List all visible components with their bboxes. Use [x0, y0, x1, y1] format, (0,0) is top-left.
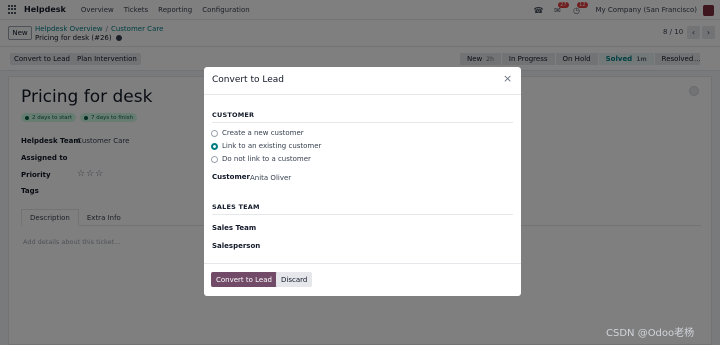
convert-to-lead-button[interactable]: Convert to Lead: [211, 272, 277, 287]
option-no-link-customer[interactable]: Do not link to a customer: [211, 155, 311, 163]
radio-label: Create a new customer: [222, 129, 304, 137]
radio-button-checked[interactable]: [211, 142, 218, 150]
customer-field[interactable]: Anita Oliver: [250, 174, 291, 182]
dialog-footer: Convert to Lead Discard: [204, 263, 521, 296]
radio-label: Link to an existing customer: [222, 142, 322, 150]
sales-team-section-title: SALES TEAM: [212, 203, 513, 215]
radio-label: Do not link to a customer: [222, 155, 311, 163]
salesperson-label: Salesperson: [212, 242, 261, 250]
option-create-new-customer[interactable]: Create a new customer: [211, 129, 304, 137]
close-icon[interactable]: ×: [503, 73, 512, 85]
watermark-text: CSDN @Odoo老杨: [606, 328, 695, 339]
convert-to-lead-dialog: Convert to Lead × CUSTOMER Create a new …: [204, 67, 521, 296]
radio-button[interactable]: [211, 155, 218, 163]
customer-label: Customer: [212, 173, 250, 181]
dialog-header: Convert to Lead ×: [204, 67, 521, 95]
option-link-existing-customer[interactable]: Link to an existing customer: [211, 142, 321, 150]
discard-button[interactable]: Discard: [276, 272, 313, 287]
radio-button[interactable]: [211, 129, 218, 137]
sales-team-label: Sales Team: [212, 224, 257, 232]
customer-section-title: CUSTOMER: [212, 111, 513, 123]
dialog-title: Convert to Lead: [212, 75, 284, 85]
